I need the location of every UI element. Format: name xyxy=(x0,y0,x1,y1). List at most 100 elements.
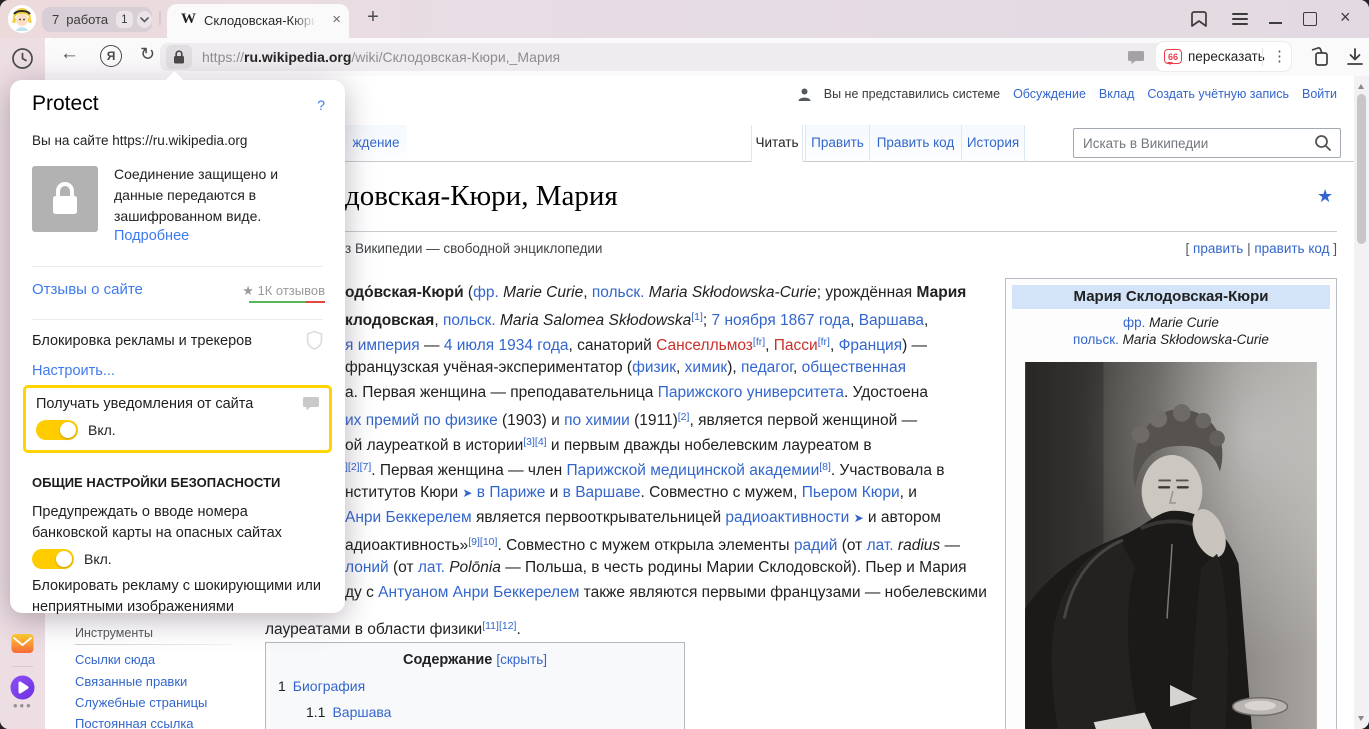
wiki-link[interactable]: Парижской медицинской академии xyxy=(567,462,820,479)
wiki-link[interactable]: лат. xyxy=(418,559,445,576)
tab-discussion-partial[interactable]: ждение xyxy=(345,125,407,162)
wiki-link[interactable]: польск. xyxy=(443,312,496,329)
wiki-link[interactable]: в Париже xyxy=(477,484,546,501)
ref-sup-link[interactable]: [9][10] xyxy=(468,536,497,548)
ref-sup-link[interactable]: [3][4] xyxy=(523,436,546,448)
tab-close-icon[interactable]: × xyxy=(332,11,341,29)
page-scrollbar[interactable] xyxy=(1354,76,1369,729)
retell-button-group[interactable]: 66 пересказать ⋮ xyxy=(1155,41,1292,72)
downloads-icon[interactable] xyxy=(1345,47,1365,67)
edit-link[interactable]: править xyxy=(1193,241,1243,256)
site-reviews-link[interactable]: Отзывы о сайте xyxy=(32,281,143,298)
retell-more-icon[interactable]: ⋮ xyxy=(1272,47,1287,65)
ref-sup-link[interactable]: ][2][7] xyxy=(345,461,371,473)
scrollbar-thumb[interactable] xyxy=(1357,94,1366,244)
yandex-mail-icon[interactable] xyxy=(11,633,34,654)
details-link[interactable]: Подробнее xyxy=(114,228,189,244)
wiki-link[interactable]: 1934 года xyxy=(498,337,568,354)
wiki-link[interactable]: физик xyxy=(632,359,676,376)
protect-help-link[interactable]: ? xyxy=(317,97,325,113)
pl-lang-link[interactable]: польск. xyxy=(1073,332,1119,347)
ref-sup-link[interactable]: [11][12] xyxy=(482,620,516,632)
interwiki-arrow-link[interactable]: ➤ xyxy=(854,511,864,525)
red-link[interactable]: Пасси xyxy=(774,337,818,354)
wiki-link[interactable]: польск. xyxy=(592,284,645,301)
wiki-link[interactable]: Варшава xyxy=(859,312,924,329)
wiki-link[interactable]: лоний xyxy=(345,559,389,576)
wiki-link[interactable]: 1867 года xyxy=(780,312,850,329)
tab-edit-source[interactable]: Править код xyxy=(869,125,961,162)
alice-assistant-icon[interactable] xyxy=(10,675,35,700)
history-clock-icon[interactable] xyxy=(11,47,34,70)
tab-read[interactable]: Читать xyxy=(751,125,803,162)
tools-link-whatlinkshere[interactable]: Ссылки сюда xyxy=(75,652,155,667)
profile-avatar[interactable] xyxy=(8,5,36,33)
edit-code-link[interactable]: править код xyxy=(1254,241,1329,256)
wiki-link[interactable]: педагог xyxy=(741,359,793,376)
toc-link-biography[interactable]: Биография xyxy=(293,678,365,694)
personal-talk-link[interactable]: Обсуждение xyxy=(1013,87,1086,101)
collections-icon[interactable] xyxy=(1307,45,1331,69)
tools-link-related[interactable]: Связанные правки xyxy=(75,674,187,689)
scroll-up-arrow[interactable] xyxy=(1358,81,1364,89)
close-button[interactable]: × xyxy=(1340,7,1351,28)
toc-link-warsaw[interactable]: Варшава xyxy=(332,704,391,720)
yandex-services-icon[interactable]: Я xyxy=(100,45,122,67)
new-tab-button[interactable]: + xyxy=(362,6,384,30)
ref-sup-link[interactable]: [8] xyxy=(819,461,831,473)
personal-contrib-link[interactable]: Вклад xyxy=(1099,87,1135,101)
minimize-button[interactable] xyxy=(1269,22,1282,24)
interwiki-arrow-link[interactable]: ➤ xyxy=(462,486,472,500)
wiki-link[interactable]: Пьером Кюри xyxy=(802,484,900,501)
menu-icon[interactable] xyxy=(1232,10,1248,28)
wiki-link[interactable]: общественная xyxy=(802,359,906,376)
comment-icon[interactable] xyxy=(1127,49,1144,65)
browser-tab-active[interactable]: W Склодовская-Кюри, Ма × xyxy=(167,4,349,38)
personal-login-link[interactable]: Войти xyxy=(1302,87,1337,101)
wiki-link[interactable]: я империя xyxy=(345,337,420,354)
watch-star-icon[interactable]: ★ xyxy=(1317,186,1333,207)
wiki-link[interactable]: 7 ноября xyxy=(712,312,776,329)
tab-edit[interactable]: Править xyxy=(805,125,869,162)
wiki-link[interactable]: их премий по физике xyxy=(345,412,498,429)
more-options-icon[interactable]: ••• xyxy=(13,698,33,713)
wiki-link[interactable]: Парижского университета xyxy=(658,384,844,401)
notifications-toggle[interactable] xyxy=(36,420,78,440)
red-link[interactable]: Санселльмоз xyxy=(656,337,753,354)
scroll-down-arrow[interactable] xyxy=(1358,716,1364,724)
wiki-search-input[interactable] xyxy=(1074,129,1313,157)
back-button[interactable]: ← xyxy=(60,43,79,65)
tools-link-permanent[interactable]: Постоянная ссылка xyxy=(75,716,194,729)
wiki-link[interactable]: химик xyxy=(685,359,728,376)
ref-sup-link[interactable]: [fr] xyxy=(818,336,830,348)
wiki-link[interactable]: фр. xyxy=(473,284,499,301)
configure-link[interactable]: Настроить... xyxy=(32,363,115,379)
lock-chip[interactable] xyxy=(166,45,192,69)
tools-link-special[interactable]: Служебные страницы xyxy=(75,695,207,710)
ref-sup-link[interactable]: [2] xyxy=(678,411,690,423)
wiki-link[interactable]: Анри Беккерелем xyxy=(345,509,472,526)
wiki-link[interactable]: в Варшаве xyxy=(563,484,641,501)
wiki-link[interactable]: Франция xyxy=(839,337,903,354)
tab-history[interactable]: История xyxy=(961,125,1025,162)
wiki-link[interactable]: Антуаном Анри Беккерелем xyxy=(378,584,579,601)
personal-create-account-link[interactable]: Создать учётную запись xyxy=(1147,87,1289,101)
ref-sup-link[interactable]: [1] xyxy=(691,311,703,323)
ref-sup-link[interactable]: [fr] xyxy=(753,336,765,348)
tab-group-pill[interactable]: 7 работа 1 xyxy=(42,7,152,32)
wiki-link[interactable]: 4 июля xyxy=(444,337,494,354)
card-warning-toggle[interactable] xyxy=(32,549,74,569)
wiki-link[interactable]: радиоактивности xyxy=(725,509,849,526)
wiki-search-box[interactable] xyxy=(1073,128,1341,158)
reload-icon[interactable]: ↻ xyxy=(140,44,155,65)
wiki-link[interactable]: по химии xyxy=(564,412,630,429)
wiki-link[interactable]: радий xyxy=(794,537,838,554)
toc-hide-link[interactable]: [скрыть] xyxy=(496,652,547,667)
fr-lang-link[interactable]: фр. xyxy=(1123,315,1145,330)
wiki-link[interactable]: лат. xyxy=(867,537,894,554)
maximize-button[interactable] xyxy=(1303,12,1317,26)
search-icon[interactable] xyxy=(1314,134,1332,152)
side-panel-icon[interactable] xyxy=(1188,8,1210,30)
chevron-down-icon[interactable] xyxy=(137,11,152,28)
address-bar[interactable]: https://ru.wikipedia.org/wiki/Склодовска… xyxy=(160,43,1190,71)
